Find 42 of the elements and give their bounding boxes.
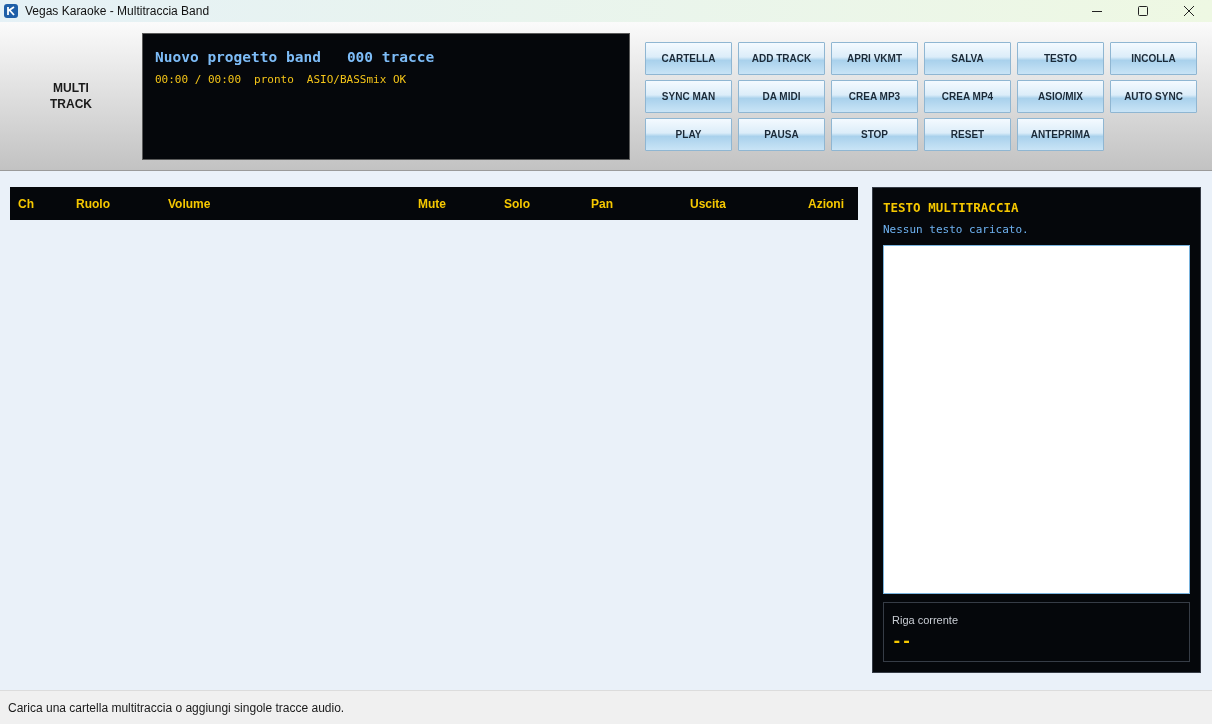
- project-name: Nuovo progetto band: [155, 48, 321, 67]
- column-header: Ruolo: [76, 196, 111, 211]
- column-header: Solo: [504, 196, 531, 211]
- toolbar-button[interactable]: APRI VKMT: [831, 42, 918, 75]
- toolbar-button[interactable]: SALVA: [924, 42, 1011, 75]
- track-count: 000 tracce: [346, 48, 435, 67]
- toolbar-button[interactable]: SYNC MAN: [645, 80, 732, 113]
- toolbar-button[interactable]: AUTO SYNC: [1110, 80, 1197, 113]
- toolbar-button[interactable]: DA MIDI: [738, 80, 825, 113]
- current-line-label: Riga corrente: [892, 613, 960, 627]
- app-icon: [4, 4, 18, 18]
- column-header: Mute: [418, 196, 447, 211]
- toolbar-button[interactable]: TESTO: [1017, 42, 1104, 75]
- toolbar-button[interactable]: ANTEPRIMA: [1017, 118, 1104, 151]
- toolbar-button[interactable]: ASIO/MIX: [1017, 80, 1104, 113]
- column-header: Pan: [591, 196, 614, 211]
- time-readout: 00:00 / 00:00: [155, 73, 242, 87]
- close-icon: [1184, 6, 1194, 16]
- column-header: Volume: [168, 196, 212, 211]
- column-header: Ch: [18, 196, 35, 211]
- lyrics-text-area[interactable]: [883, 245, 1190, 594]
- lyrics-title: TESTO MULTITRACCIA: [883, 200, 1020, 216]
- toolbar-button[interactable]: PAUSA: [738, 118, 825, 151]
- engine-status: ASIO/BASSmix OK: [306, 73, 407, 87]
- lyrics-message: Nessun testo caricato.: [883, 223, 1030, 237]
- toolbar-button[interactable]: RESET: [924, 118, 1011, 151]
- maximize-icon: [1138, 6, 1148, 16]
- toolbar-button[interactable]: CARTELLA: [645, 42, 732, 75]
- column-header: Uscita: [690, 196, 728, 211]
- mode-label: MULTI TRACK: [49, 80, 93, 112]
- toolbar-button[interactable]: STOP: [831, 118, 918, 151]
- toolbar-button[interactable]: CREA MP4: [924, 80, 1011, 113]
- minimize-icon: [1092, 10, 1102, 12]
- playback-state: pronto: [254, 73, 294, 87]
- column-header: Azioni: [808, 196, 844, 211]
- toolbar-button[interactable]: INCOLLA: [1110, 42, 1197, 75]
- window-title: Vegas Karaoke - Multitraccia Band: [25, 4, 210, 18]
- current-line-value: --: [892, 631, 913, 651]
- toolbar-button[interactable]: CREA MP3: [831, 80, 918, 113]
- toolbar-button[interactable]: PLAY: [645, 118, 732, 151]
- status-text: Carica una cartella multitraccia o aggiungi singole tracce audio.: [8, 700, 345, 715]
- toolbar-button[interactable]: ADD TRACK: [738, 42, 825, 75]
